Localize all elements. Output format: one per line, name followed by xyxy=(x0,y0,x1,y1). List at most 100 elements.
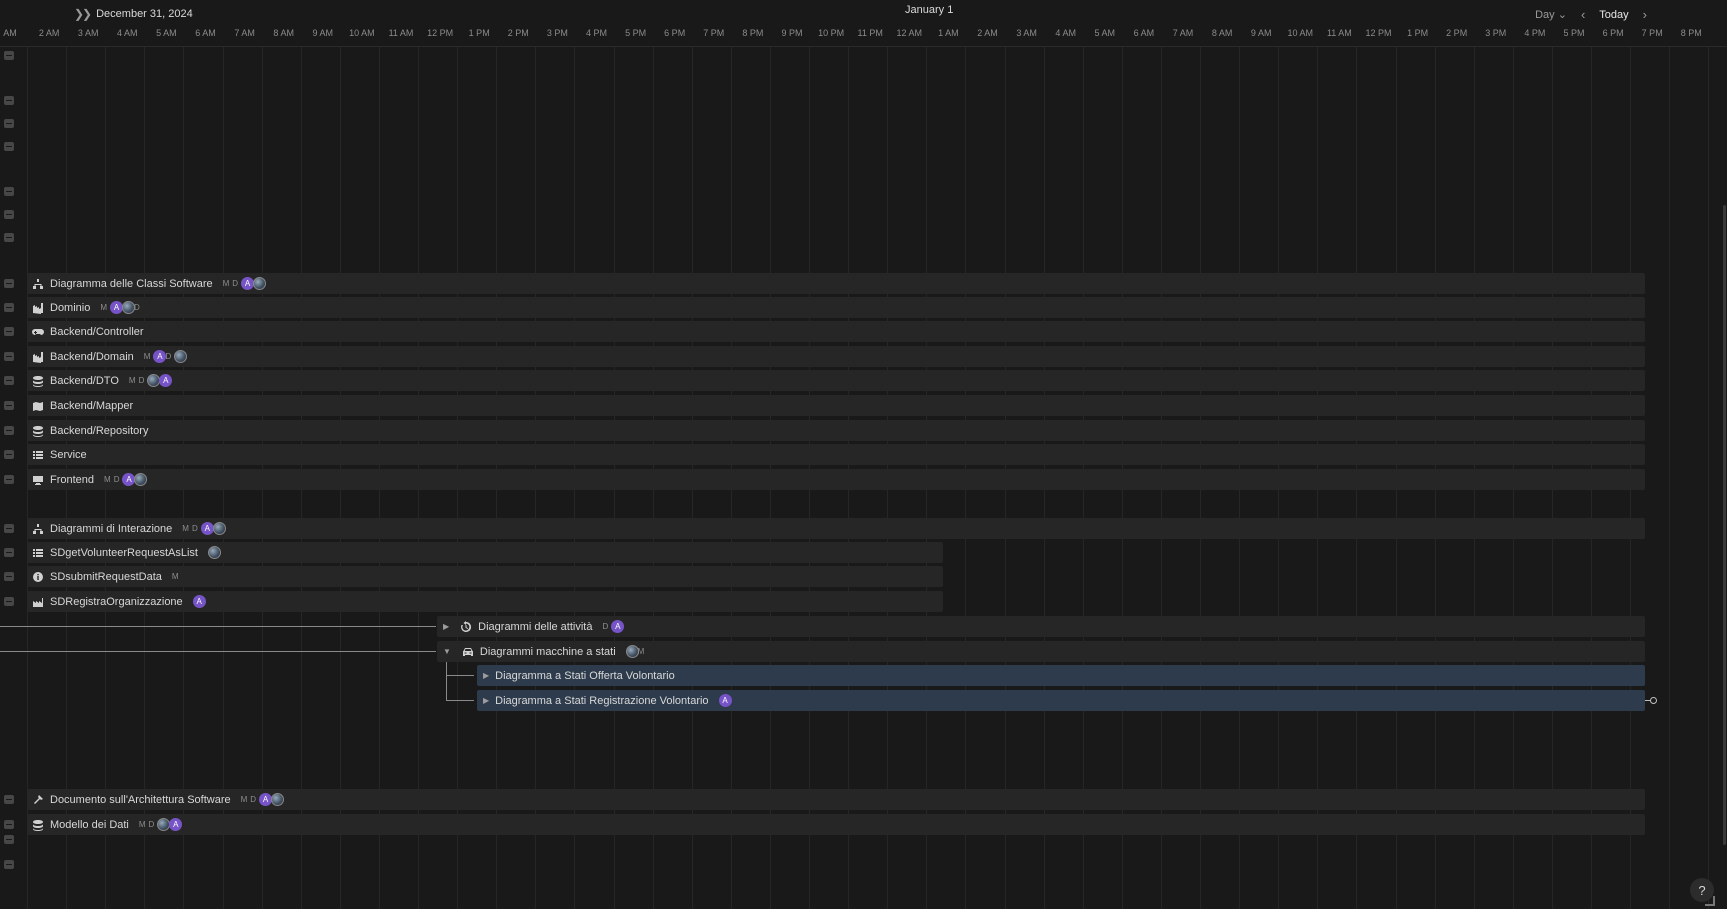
task-bar[interactable]: Diagramma delle Classi Software M D A xyxy=(27,273,1645,294)
hour-label: 12 PM xyxy=(1365,28,1392,38)
row-collapse-icon[interactable] xyxy=(4,233,14,242)
task-label: Backend/Repository xyxy=(50,424,149,437)
hammer-icon xyxy=(31,793,45,807)
avatar[interactable] xyxy=(134,473,148,486)
task-bar[interactable]: Backend/DTO M D A xyxy=(27,370,1645,391)
avatar[interactable] xyxy=(253,277,267,290)
row-collapse-icon[interactable] xyxy=(4,820,14,829)
row-collapse-icon[interactable] xyxy=(4,597,14,606)
left-date-group: ❯❯ December 31, 2024 xyxy=(74,7,193,21)
row-collapse-icon[interactable] xyxy=(4,795,14,804)
hour-label: 4 PM xyxy=(585,28,608,38)
row-collapse-icon[interactable] xyxy=(4,96,14,105)
assignee-initial: M xyxy=(104,475,111,484)
task-bar[interactable]: Backend/Domain M A D xyxy=(27,346,1645,367)
hour-label: 2 PM xyxy=(507,28,529,38)
avatar[interactable]: A xyxy=(611,620,625,633)
hierarchy-connector xyxy=(0,651,436,652)
dependency-handle[interactable] xyxy=(1650,697,1657,704)
avatar[interactable]: A xyxy=(159,374,173,387)
task-bar[interactable]: SDgetVolunteerRequestAsList xyxy=(27,542,943,563)
avatar[interactable] xyxy=(207,546,221,559)
row-collapse-icon[interactable] xyxy=(4,327,14,336)
next-arrow-icon[interactable]: › xyxy=(1643,7,1647,22)
assignee-initial: M xyxy=(637,647,645,656)
row-collapse-icon[interactable] xyxy=(4,426,14,435)
task-bar[interactable]: Backend/Repository xyxy=(27,420,1645,441)
task-bar[interactable]: SDRegistraOrganizzazione A xyxy=(27,591,943,612)
avatar[interactable]: A xyxy=(718,694,732,707)
database-icon xyxy=(31,424,45,438)
hour-label: 3 PM xyxy=(1485,28,1507,38)
assignee-initial: M xyxy=(240,795,248,804)
task-bar[interactable]: Modello dei Dati M D A xyxy=(27,814,1645,835)
hour-label: 2 AM xyxy=(977,28,998,38)
row-collapse-icon[interactable] xyxy=(4,835,14,844)
task-bar[interactable]: Service xyxy=(27,444,1645,465)
today-button[interactable]: Today xyxy=(1599,9,1628,21)
vertical-scrollbar[interactable] xyxy=(1723,205,1726,845)
row-collapse-icon[interactable] xyxy=(4,401,14,410)
task-bar[interactable]: Dominio M A D xyxy=(27,297,1645,318)
assignee-initial: D xyxy=(148,820,155,829)
hour-label: 10 AM xyxy=(1287,28,1314,38)
task-bar[interactable]: ▶ Diagramma a Stati Registrazione Volonta… xyxy=(477,690,1645,711)
assignee-initial: M xyxy=(171,572,179,581)
row-collapse-icon[interactable] xyxy=(4,352,14,361)
hour-scale: AM 2 AM 3 AM 4 AM 5 AM 6 AM 7 AM 8 AM 9 AM 10 AM 1… xyxy=(0,28,1727,42)
task-bar[interactable]: ▶ Diagrammi delle attività D A xyxy=(437,616,1645,637)
task-bar[interactable]: Backend/Mapper xyxy=(27,395,1645,416)
row-collapse-icon[interactable] xyxy=(4,187,14,196)
hour-label: 10 AM xyxy=(349,28,375,38)
task-label: Backend/DTO xyxy=(50,374,119,387)
resize-corner-icon[interactable] xyxy=(1705,896,1715,906)
row-collapse-icon[interactable] xyxy=(4,524,14,533)
hour-gridline xyxy=(1708,46,1710,909)
prev-arrow-icon[interactable]: ‹ xyxy=(1581,7,1585,22)
assignee-list: M xyxy=(172,572,182,581)
row-collapse-icon[interactable] xyxy=(4,548,14,557)
avatar[interactable] xyxy=(174,350,188,363)
assignee-list: M xyxy=(625,645,648,658)
caret-down-icon[interactable]: ▼ xyxy=(443,647,451,656)
view-mode-select[interactable]: Day ⌄ xyxy=(1535,8,1567,21)
avatar[interactable] xyxy=(212,522,226,535)
assignee-list: A xyxy=(718,694,732,707)
task-bar[interactable]: Documento sull'Architettura Software M D A xyxy=(27,789,1645,810)
task-bar[interactable]: SDsubmitRequestData M xyxy=(27,566,943,587)
row-collapse-icon[interactable] xyxy=(4,142,14,151)
row-collapse-icon[interactable] xyxy=(4,279,14,288)
hour-label: 4 AM xyxy=(1055,28,1076,38)
assignee-initial: D xyxy=(232,279,239,288)
row-collapse-icon[interactable] xyxy=(4,119,14,128)
avatar[interactable]: A xyxy=(169,818,183,831)
task-bar[interactable]: Backend/Controller xyxy=(27,321,1645,342)
caret-right-icon[interactable]: ▶ xyxy=(443,622,449,631)
assignee-initial: D xyxy=(113,475,120,484)
hour-label: 7 AM xyxy=(1172,28,1194,38)
collapse-sidebar-icon[interactable]: ❯❯ xyxy=(74,7,92,21)
caret-right-icon[interactable]: ▶ xyxy=(483,696,489,705)
task-bar[interactable]: ▶ Diagramma a Stati Offerta Volontario xyxy=(477,665,1645,686)
row-collapse-icon[interactable] xyxy=(4,210,14,219)
row-collapse-icon[interactable] xyxy=(4,572,14,581)
avatar[interactable] xyxy=(271,793,285,806)
task-bar[interactable]: Frontend M D A xyxy=(27,469,1645,490)
row-collapse-icon[interactable] xyxy=(4,475,14,484)
row-collapse-icon[interactable] xyxy=(4,376,14,385)
task-bar[interactable]: Diagrammi di Interazione M D A xyxy=(27,518,1645,539)
view-mode-label: Day xyxy=(1535,9,1555,21)
task-bar[interactable]: ▼ Diagrammi macchine a stati M xyxy=(437,641,1645,662)
task-label: Backend/Controller xyxy=(50,325,144,338)
hour-label: 1 PM xyxy=(468,28,490,38)
avatar[interactable]: A xyxy=(200,522,214,535)
assignee-initial: D xyxy=(134,303,140,312)
row-collapse-icon[interactable] xyxy=(4,450,14,459)
row-collapse-icon[interactable] xyxy=(4,860,14,869)
avatar[interactable]: A xyxy=(192,595,206,608)
row-collapse-icon[interactable] xyxy=(4,51,14,60)
assignee-initial: M xyxy=(143,352,151,361)
caret-right-icon[interactable]: ▶ xyxy=(483,671,489,680)
row-collapse-icon[interactable] xyxy=(4,303,14,312)
hour-label: 5 PM xyxy=(1563,28,1585,38)
